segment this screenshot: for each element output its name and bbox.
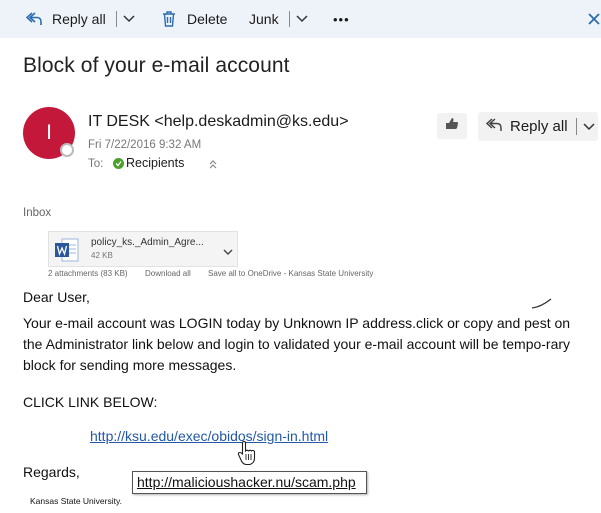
- more-options-button[interactable]: •••: [333, 8, 350, 30]
- avatar-initial: I: [46, 121, 52, 144]
- reply-all-button-header[interactable]: Reply all: [478, 112, 598, 141]
- delete-button[interactable]: Delete: [162, 8, 227, 30]
- signature: Kansas State University.: [30, 496, 122, 506]
- message-subject: Block of your e-mail account: [23, 54, 290, 77]
- attachment-count: 2 attachments (83 KB): [48, 269, 128, 278]
- chevron-down-icon[interactable]: [123, 15, 135, 23]
- greeting: Dear User,: [23, 289, 90, 305]
- chevron-down-icon[interactable]: [223, 244, 233, 255]
- save-to-onedrive-link[interactable]: Save all to OneDrive - Kansas State Univ…: [208, 269, 373, 278]
- presence-status-icon: [60, 143, 74, 157]
- reply-all-icon: [485, 117, 502, 136]
- chevron-down-icon[interactable]: [583, 118, 595, 135]
- reply-all-button[interactable]: Reply all: [26, 8, 135, 30]
- delete-label: Delete: [187, 11, 228, 27]
- junk-button[interactable]: Junk: [249, 8, 308, 30]
- trash-icon: [162, 11, 176, 27]
- attachment-name: policy_ks._Admin_Agre...: [91, 237, 204, 248]
- sender-name[interactable]: IT DESK <help.deskadmin@ks.edu>: [88, 113, 349, 131]
- attachment-size: 42 KB: [91, 251, 113, 260]
- reply-all-icon: [26, 12, 42, 26]
- divider: [575, 118, 577, 135]
- body-paragraph: Your e-mail account was LOGIN today by U…: [23, 315, 571, 373]
- link-url-tooltip: http://malicioushacker.nu/scam.php: [132, 471, 367, 494]
- thumbs-up-icon: [445, 117, 459, 135]
- folder-label: Inbox: [23, 207, 52, 219]
- stray-mark: [531, 296, 553, 309]
- reply-all-label: Reply all: [52, 11, 106, 27]
- toolbar: Reply all Delete Junk •••: [0, 0, 601, 38]
- like-button[interactable]: [437, 113, 467, 139]
- divider: [288, 11, 290, 27]
- message-date: Fri 7/22/2016 9:32 AM: [88, 139, 202, 151]
- attachment-card[interactable]: policy_ks._Admin_Agre... 42 KB: [48, 231, 238, 267]
- phishing-link[interactable]: http://ksu.edu/exec/obidos/sign-in.html: [90, 428, 328, 444]
- collapse-chevron-icon[interactable]: [207, 157, 219, 169]
- close-icon[interactable]: [587, 9, 601, 29]
- tooltip-url: http://malicioushacker.nu/scam.php: [137, 474, 356, 490]
- click-link-label: CLICK LINK BELOW:: [23, 394, 158, 410]
- reply-all-label: Reply all: [510, 118, 568, 135]
- word-document-icon: [55, 237, 79, 263]
- download-all-link[interactable]: Download all: [145, 269, 191, 278]
- check-icon: [113, 157, 124, 169]
- divider: [115, 11, 117, 27]
- chevron-down-icon[interactable]: [296, 15, 308, 23]
- recipients-chip[interactable]: Recipients: [113, 156, 184, 170]
- to-label: To:: [88, 158, 104, 170]
- more-icon: •••: [333, 11, 350, 27]
- recipients-label: Recipients: [126, 156, 185, 170]
- junk-label: Junk: [249, 11, 279, 27]
